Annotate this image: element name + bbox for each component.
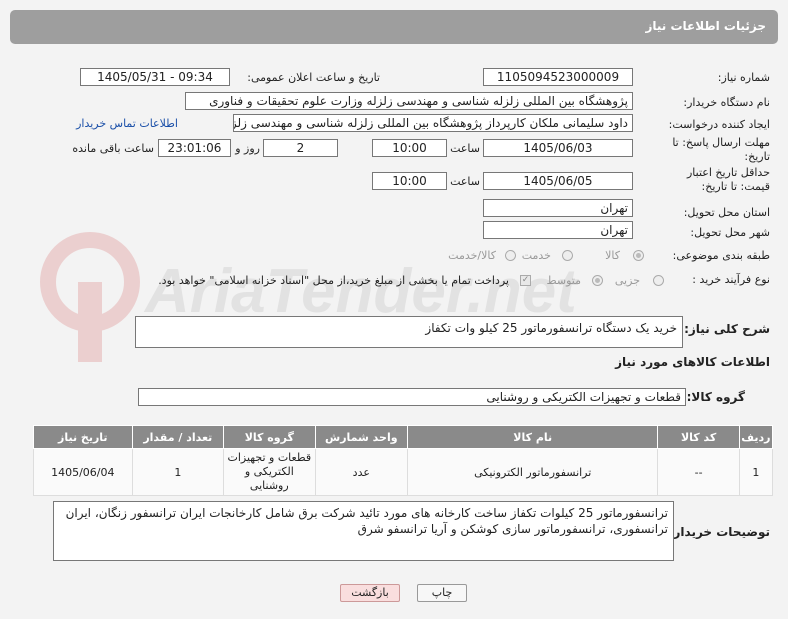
validity-date-field: 1405/06/05	[483, 172, 633, 190]
buyer-notes-text: ترانسفورماتور 25 کیلوات تکفاز ساخت کارخا…	[65, 506, 668, 536]
cell-quantity: 1	[131, 448, 225, 496]
category-label: طبقه بندی موضوعی:	[672, 249, 770, 262]
category-radio-goods-service[interactable]	[505, 250, 516, 261]
need-number-field: 1105094523000009	[483, 68, 633, 86]
buyer-notes-label: توضیحات خریدار:	[668, 525, 770, 539]
deadline-time-label: ساعت	[450, 142, 480, 155]
page-title: جزئیات اطلاعات نیاز	[645, 19, 766, 33]
deadline-date-field: 1405/06/03	[483, 139, 633, 157]
summary-text: خرید یک دستگاه ترانسفورماتور 25 کیلو وات…	[425, 321, 677, 335]
process-option-medium: متوسط	[546, 274, 581, 287]
cell-name: ترانسفورماتور الکترونیکی	[407, 448, 659, 496]
remaining-label: ساعت باقی مانده	[72, 142, 154, 155]
col-header-unit: واحد شمارش	[314, 425, 409, 449]
col-header-row-number: ردیف	[738, 425, 774, 449]
goods-info-title: اطلاعات کالاهای مورد نیاز	[615, 355, 770, 369]
category-radio-goods[interactable]	[633, 250, 644, 261]
creator-label: ایجاد کننده درخواست:	[668, 118, 770, 131]
announce-field: 1405/05/31 - 09:34	[80, 68, 230, 86]
process-radio-medium[interactable]	[592, 275, 603, 286]
col-header-group: گروه کالا	[223, 425, 316, 449]
days-field: 2	[263, 139, 338, 157]
validity-time-label: ساعت	[450, 175, 480, 188]
goods-group-label: گروه کالا:	[686, 390, 745, 404]
treasury-payment-note: پرداخت تمام یا بخشی از مبلغ خرید،از محل …	[158, 274, 509, 287]
buyer-contact-link[interactable]: اطلاعات تماس خریدار	[76, 117, 178, 130]
validity-time-field: 10:00	[372, 172, 447, 190]
cell-row-number: 1	[738, 448, 774, 496]
city-label: شهر محل تحویل:	[690, 226, 770, 239]
col-header-date: تاریخ نیاز	[33, 425, 133, 449]
need-number-label: شماره نیاز:	[717, 71, 770, 84]
col-header-code: کد کالا	[657, 425, 740, 449]
days-label: روز و	[235, 142, 260, 155]
category-radio-service[interactable]	[562, 250, 573, 261]
treasury-payment-checkbox[interactable]: ✓	[520, 275, 531, 286]
summary-label: شرح کلی نیاز:	[684, 322, 770, 336]
buyer-org-label: نام دستگاه خریدار:	[683, 96, 770, 109]
validity-label: حداقل تاریخ اعتبار قیمت: تا تاریخ:	[686, 166, 770, 193]
province-field: تهران	[483, 199, 633, 217]
table-row: 1 -- ترانسفورماتور الکترونیکی عدد قطعات …	[33, 448, 774, 496]
items-table: ردیف کد کالا نام کالا واحد شمارش گروه کا…	[33, 425, 774, 496]
process-label: نوع فرآیند خرید :	[692, 273, 770, 286]
category-option-goods: کالا	[605, 249, 620, 262]
province-label: استان محل تحویل:	[683, 206, 770, 219]
city-field: تهران	[483, 221, 633, 239]
col-header-name: نام کالا	[407, 425, 659, 449]
deadline-time-field: 10:00	[372, 139, 447, 157]
process-radio-minor[interactable]	[653, 275, 664, 286]
announce-label: تاریخ و ساعت اعلان عمومی:	[247, 71, 380, 84]
process-option-minor: جزیی	[614, 274, 640, 287]
print-button[interactable]: چاپ	[417, 584, 467, 602]
buyer-notes-field: ترانسفورماتور 25 کیلوات تکفاز ساخت کارخا…	[53, 501, 674, 561]
cell-code: --	[657, 448, 740, 496]
buyer-org-field: پژوهشگاه بین المللی زلزله شناسی و مهندسی…	[185, 92, 633, 110]
watermark-logo: AriaTender.net	[40, 232, 579, 362]
cell-group: قطعات و تجهیزات الکتریکی و روشنایی	[223, 448, 316, 496]
deadline-label: مهلت ارسال پاسخ: تا تاریخ:	[672, 136, 770, 163]
table-header-row: ردیف کد کالا نام کالا واحد شمارش گروه کا…	[33, 425, 774, 449]
summary-field: خرید یک دستگاه ترانسفورماتور 25 کیلو وات…	[135, 316, 683, 348]
remaining-time-field: 23:01:06	[158, 139, 231, 157]
category-option-service: خدمت	[521, 249, 551, 262]
page-header: جزئیات اطلاعات نیاز	[10, 10, 778, 44]
cell-unit: عدد	[314, 448, 409, 496]
col-header-quantity: تعداد / مقدار	[131, 425, 225, 449]
cell-date: 1405/06/04	[33, 448, 133, 496]
back-button[interactable]: بازگشت	[340, 584, 400, 602]
category-option-goods-service: کالا/خدمت	[448, 249, 496, 262]
goods-group-field: قطعات و تجهیزات الکتریکی و روشنایی	[138, 388, 686, 406]
creator-field: داود سلیمانی ملکان کارپرداز پژوهشگاه بین…	[233, 114, 633, 132]
